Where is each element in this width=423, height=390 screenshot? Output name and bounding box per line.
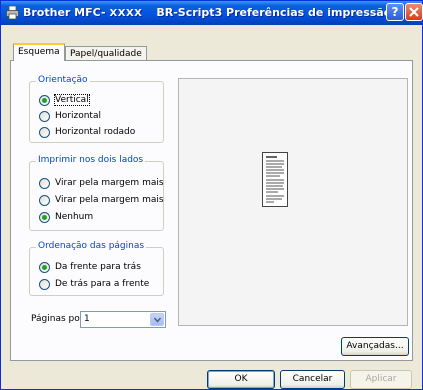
title-model: XXXX [109, 8, 143, 19]
radio-icon[interactable] [39, 195, 50, 206]
title-brand: Brother MFC- [23, 6, 106, 19]
close-icon [409, 7, 419, 17]
orientation-horizontal-label: Horizontal [55, 111, 101, 121]
advanced-button[interactable]: Avançadas... [341, 337, 409, 356]
page-order-group-title: Ordenação das páginas [36, 241, 147, 251]
chevron-down-icon [154, 317, 161, 323]
layout-preview [178, 78, 408, 326]
radio-icon[interactable] [39, 178, 50, 189]
duplex-short-edge-label: Virar pela margem mais [55, 195, 164, 205]
title-bar[interactable]: Brother MFC- XXXX BR-Script3 Preferências … [1, 1, 423, 25]
duplex-group-title: Imprimir nos dois lados [36, 155, 146, 165]
orientation-group: Orientação Vertical Horizontal Horizonta… [29, 75, 164, 143]
radio-icon[interactable] [39, 127, 50, 138]
orientation-group-title: Orientação [36, 75, 90, 85]
title-text: BR-Script3 Preferências de impressão [156, 6, 392, 19]
radio-checked-icon[interactable] [39, 95, 50, 106]
document-preview-icon [262, 152, 288, 207]
radio-checked-icon[interactable] [39, 212, 50, 223]
orientation-rotated-label: Horizontal rodado [55, 127, 136, 137]
window-title: Brother MFC- XXXX BR-Script3 Preferências … [23, 6, 391, 19]
printer-icon [6, 6, 19, 19]
print-preferences-dialog: Brother MFC- XXXX BR-Script3 Preferências … [0, 0, 423, 390]
cancel-button[interactable]: Cancelar [280, 370, 345, 389]
apply-button[interactable]: Aplicar [350, 370, 412, 389]
pages-per-sheet-value: 1 [84, 314, 90, 324]
page-order-back-to-front-label: De trás para a frente [55, 279, 150, 289]
ok-button[interactable]: OK [207, 370, 275, 389]
page-order-group: Ordenação das páginas Da frente para trá… [29, 241, 164, 296]
radio-icon[interactable] [39, 111, 50, 122]
close-button[interactable] [405, 3, 423, 21]
radio-checked-icon[interactable] [39, 262, 50, 273]
page-order-front-to-back-label: Da frente para trás [55, 262, 141, 272]
orientation-vertical-label: Vertical [54, 94, 90, 106]
duplex-group: Imprimir nos dois lados Virar pela marge… [29, 155, 164, 231]
duplex-long-edge-label: Virar pela margem mais [55, 178, 164, 188]
pages-per-sheet-select[interactable]: 1 [80, 311, 166, 328]
dropdown-button[interactable] [150, 313, 164, 326]
duplex-none-label: Nenhum [55, 212, 94, 222]
help-button[interactable]: ? [386, 3, 404, 21]
tab-esquema[interactable]: Esquema [13, 43, 65, 61]
radio-icon[interactable] [39, 279, 50, 290]
